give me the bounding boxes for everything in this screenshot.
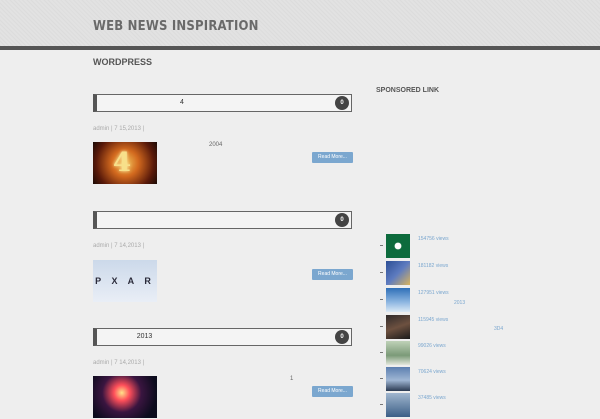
site-title[interactable]: WEB NEWS INSPIRATION [93, 19, 259, 34]
post-thumbnail[interactable] [386, 261, 410, 285]
bullet-icon [380, 245, 383, 246]
read-more-button[interactable]: Read More... [312, 386, 353, 397]
post-thumbnail[interactable] [386, 288, 410, 312]
post-thumbnail[interactable] [386, 315, 410, 339]
popular-post-item[interactable]: 115945 views 3D4 [380, 315, 530, 341]
post-excerpt: 1 [290, 376, 294, 382]
view-count[interactable]: 115945 views [418, 317, 448, 323]
post-thumbnail[interactable] [93, 376, 157, 418]
post-thumbnail[interactable]: P X A R [93, 260, 157, 302]
bullet-icon [380, 404, 383, 405]
popular-post-item[interactable]: 70624 views [380, 367, 530, 393]
post-thumbnail[interactable] [386, 393, 410, 417]
view-count[interactable]: 99026 views [418, 343, 446, 349]
view-count[interactable]: 37485 views [418, 395, 446, 401]
read-more-button[interactable]: Read More... [312, 269, 353, 280]
popular-post-item[interactable]: 154756 views [380, 234, 530, 260]
popular-post-title[interactable]: 2013 [454, 300, 465, 306]
post-thumbnail[interactable] [386, 234, 410, 258]
post-meta: admin | 7 14,2013 | [93, 243, 145, 249]
pixar-logo-text: P X A R [95, 276, 155, 286]
site-header [0, 0, 600, 46]
popular-post-item[interactable]: 127951 views 2013 [380, 288, 530, 314]
popular-post-title[interactable]: 3D4 [494, 326, 503, 332]
view-count[interactable]: 127951 views [418, 290, 449, 296]
bullet-icon [380, 326, 383, 327]
post-thumbnail[interactable] [386, 341, 410, 365]
post-meta: admin | 7 14,2013 | [93, 360, 145, 366]
post-title-bar[interactable]: 4 0 [93, 94, 352, 112]
post-title[interactable]: 4 [97, 99, 267, 106]
bullet-icon [380, 299, 383, 300]
comment-count-badge[interactable]: 0 [335, 213, 349, 227]
read-more-button[interactable]: Read More... [312, 152, 353, 163]
popular-post-item[interactable]: 181182 views [380, 261, 530, 287]
comment-count-badge[interactable]: 0 [335, 96, 349, 110]
post-thumbnail[interactable] [386, 367, 410, 391]
comment-count-badge[interactable]: 0 [335, 330, 349, 344]
sidebar-heading: SPONSORED LINK [376, 87, 440, 94]
post-title-bar[interactable]: 2013 0 [93, 328, 352, 346]
post-thumbnail[interactable]: 4 [93, 142, 157, 184]
post-title[interactable]: 2013 [97, 333, 192, 340]
view-count[interactable]: 154756 views [418, 236, 449, 242]
bullet-icon [380, 352, 383, 353]
post-meta: admin | 7 15,2013 | [93, 126, 145, 132]
post-title-bar[interactable]: 0 [93, 211, 352, 229]
header-divider [0, 46, 600, 50]
bullet-icon [380, 272, 383, 273]
bullet-icon [380, 378, 383, 379]
view-count[interactable]: 70624 views [418, 369, 446, 375]
popular-post-item[interactable]: 99026 views [380, 341, 530, 367]
post-excerpt: 2004 [209, 142, 223, 148]
view-count[interactable]: 181182 views [418, 263, 448, 269]
category-title: WORDPRESS [93, 57, 153, 67]
popular-post-item[interactable]: 37485 views [380, 393, 530, 419]
game-logo-icon: 4 [113, 148, 132, 178]
